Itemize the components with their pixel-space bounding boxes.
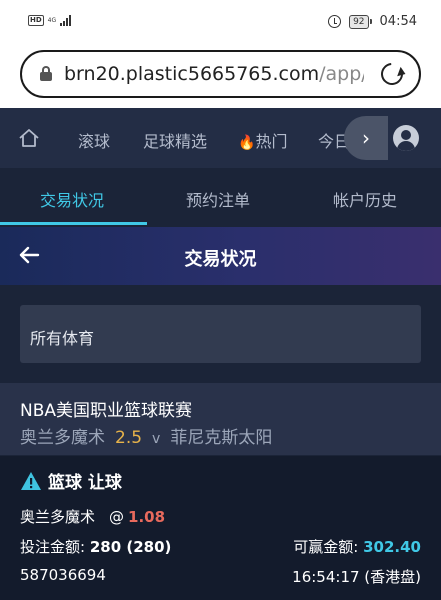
home-team: 奥兰多魔术	[20, 428, 105, 448]
market-label: 篮球 让球	[48, 473, 122, 493]
win-row: 可赢金额: 302.40	[293, 536, 421, 557]
status-right: 92 04:54	[328, 14, 417, 29]
market-row: 篮球 让球	[20, 468, 122, 493]
signal-icon	[60, 15, 72, 26]
win-label: 可赢金额:	[293, 538, 359, 556]
nav-item-live[interactable]: 滚球	[78, 128, 110, 152]
filter-area: 所有体育	[0, 285, 441, 383]
handicap-line: 2.5	[115, 428, 143, 448]
tab-reserved-bets[interactable]: 预约注单	[186, 187, 250, 211]
battery-level: 92	[349, 14, 369, 29]
nav-item-hot[interactable]: 🔥热门	[238, 128, 287, 152]
away-team: 菲尼克斯太阳	[170, 428, 273, 448]
bet-id: 587036694	[20, 566, 106, 584]
tab-account-history[interactable]: 帐户历史	[333, 187, 397, 211]
lock-icon[interactable]	[40, 66, 52, 82]
versus-label: v	[152, 431, 161, 447]
battery-icon: 92	[349, 14, 372, 29]
nav-item-hot-label: 热门	[255, 132, 288, 151]
nav-scroll-right-button[interactable]: ›	[344, 116, 388, 160]
selection-row: 奥兰多魔术 @1.08	[20, 506, 165, 527]
warning-icon	[21, 471, 41, 490]
reload-icon[interactable]	[376, 58, 408, 90]
user-avatar-icon[interactable]	[393, 125, 419, 151]
hd-badge: HD	[28, 15, 44, 26]
tab-trade-status[interactable]: 交易状况	[40, 187, 104, 211]
bet-card-header: NBA美国职业篮球联赛 奥兰多魔术 2.5 v 菲尼克斯太阳	[0, 383, 441, 455]
browser-toolbar: brn20.plastic5665765.com/app/m	[0, 46, 441, 108]
bet-time: 16:54:17 (香港盘)	[292, 568, 421, 586]
stake-value: 280 (280)	[89, 538, 172, 556]
status-clock: 04:54	[379, 14, 417, 29]
top-nav: 滚球 足球精选 🔥热门 今日 ›	[0, 108, 441, 168]
page-header: 交易状况	[0, 227, 441, 285]
sub-tabs: 交易状况 预约注单 帐户历史	[0, 168, 441, 226]
stake-label: 投注金额:	[20, 538, 86, 556]
stake-row: 投注金额: 280 (280)	[20, 536, 171, 557]
status-left: HD 4G	[28, 15, 72, 26]
odds-value: 1.08	[128, 508, 166, 526]
matchup: 奥兰多魔术 2.5 v 菲尼克斯太阳	[20, 423, 272, 448]
at-symbol: @	[109, 508, 125, 526]
sport-filter-select[interactable]: 所有体育	[20, 305, 421, 363]
win-value: 302.40	[363, 538, 421, 556]
bet-card-body: 篮球 让球 奥兰多魔术 @1.08 投注金额: 280 (280) 可赢金额: 3…	[0, 456, 441, 600]
address-bar[interactable]: brn20.plastic5665765.com/app/m	[20, 50, 421, 98]
league-name: NBA美国职业篮球联赛	[20, 401, 193, 421]
home-icon[interactable]	[18, 128, 40, 148]
nav-item-football-picks[interactable]: 足球精选	[143, 128, 207, 152]
page-title: 交易状况	[184, 249, 257, 270]
alarm-icon	[328, 15, 342, 28]
selection-team: 奥兰多魔术	[20, 508, 96, 526]
url-text[interactable]: brn20.plastic5665765.com/app/m	[64, 63, 364, 85]
active-tab-indicator	[0, 222, 147, 225]
network-label: 4G	[47, 16, 57, 24]
flame-icon: 🔥	[238, 135, 256, 151]
status-bar: HD 4G 92 04:54	[0, 0, 441, 46]
url-path: /app/m	[319, 63, 364, 85]
url-host: brn20.plastic5665765.com	[64, 63, 320, 85]
